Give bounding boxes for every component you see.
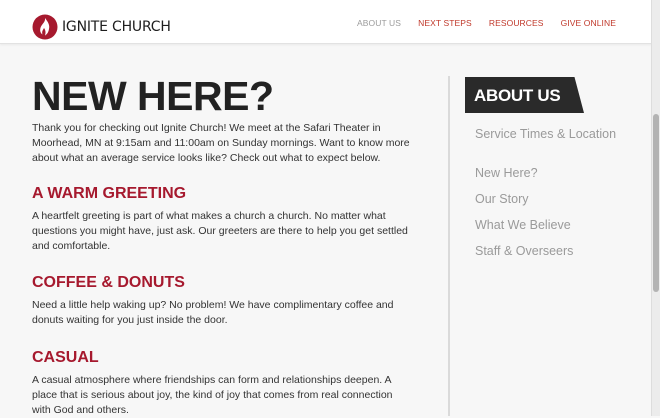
section-warm-greeting: A WARM GREETING A heartfelt greeting is … — [32, 186, 412, 254]
sidebar-divider — [448, 76, 450, 416]
sidebar-menu: Service Times & Location New Here? Our S… — [475, 128, 625, 271]
nav-resources[interactable]: RESOURCES — [489, 18, 544, 28]
scrollbar-thumb[interactable] — [653, 114, 659, 292]
main-content: NEW HERE? Thank you for checking out Ign… — [32, 73, 412, 417]
section-text: Need a little help waking up? No problem… — [32, 299, 394, 326]
section-casual: CASUAL A casual atmosphere where friends… — [32, 350, 412, 418]
section-text: A casual atmosphere where friendships ca… — [32, 374, 393, 416]
sidebar-item-what-we-believe[interactable]: What We Believe — [475, 219, 625, 245]
sidebar-item-staff-overseers[interactable]: Staff & Overseers — [475, 245, 625, 271]
logo[interactable]: IGNITE CHURCH — [32, 14, 171, 40]
page-title: NEW HERE? — [32, 73, 274, 119]
section-heading: COFFEE & DONUTS — [32, 274, 185, 291]
sidebar-title-box: ABOUT US — [465, 77, 584, 113]
section-heading: A WARM GREETING — [32, 185, 187, 202]
sidebar-item-service-times[interactable]: Service Times & Location — [475, 128, 625, 167]
sidebar-item-our-story[interactable]: Our Story — [475, 193, 625, 219]
scrollbar[interactable] — [651, 0, 660, 416]
sidebar-title: ABOUT US — [474, 86, 561, 105]
section-text: A heartfelt greeting is part of what mak… — [32, 210, 408, 252]
nav-give-online[interactable]: GIVE ONLINE — [561, 18, 616, 28]
intro-text: Thank you for checking out Ignite Church… — [32, 122, 410, 164]
nav-about-us[interactable]: ABOUT US — [357, 18, 401, 28]
sidebar-item-new-here[interactable]: New Here? — [475, 167, 625, 193]
flame-icon — [32, 14, 58, 40]
main-nav: ABOUT US NEXT STEPS RESOURCES GIVE ONLIN… — [357, 18, 616, 28]
logo-text: IGNITE CHURCH — [62, 19, 171, 35]
section-heading: CASUAL — [32, 349, 99, 366]
site-header: IGNITE CHURCH ABOUT US NEXT STEPS RESOUR… — [0, 0, 652, 44]
section-coffee-donuts: COFFEE & DONUTS Need a little help wakin… — [32, 275, 412, 328]
nav-next-steps[interactable]: NEXT STEPS — [418, 18, 472, 28]
